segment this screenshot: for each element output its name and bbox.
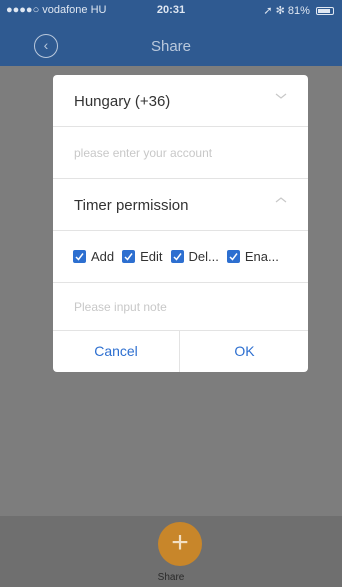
- dialog-actions: Cancel OK: [53, 331, 308, 372]
- checkbox-edit[interactable]: Edit: [122, 249, 163, 264]
- checkbox-label: Del...: [188, 249, 219, 264]
- checkbox-label: Edit: [140, 249, 163, 264]
- battery-percent: 81%: [287, 5, 310, 17]
- share-label: Share: [157, 572, 185, 583]
- share-dialog: Hungary (+36) please enter your account …: [53, 75, 308, 372]
- checkbox-enable[interactable]: Ena...: [226, 249, 279, 264]
- checkmark-icon: [122, 250, 136, 263]
- account-placeholder: please enter your account: [74, 146, 213, 160]
- permission-title: Timer permission: [74, 197, 189, 214]
- bluetooth-icon: ✻: [275, 5, 285, 17]
- checkmark-icon: [73, 250, 86, 263]
- checkbox-delete[interactable]: Del...: [170, 249, 219, 264]
- checkmark-icon: [170, 250, 184, 263]
- permission-checkboxes: Add Edit Del... Ena...: [53, 231, 308, 283]
- checkbox-label: Add: [91, 249, 115, 264]
- checkmark-icon: [226, 250, 240, 263]
- chevron-up-icon: [275, 197, 287, 203]
- ok-button[interactable]: OK: [181, 331, 308, 372]
- note-placeholder: Please input note: [74, 300, 167, 314]
- country-selector[interactable]: Hungary (+36): [53, 75, 308, 127]
- location-icon: ➚: [263, 5, 273, 17]
- country-value: Hungary (+36): [74, 93, 171, 110]
- chevron-down-icon: [275, 93, 287, 99]
- cancel-button[interactable]: Cancel: [53, 331, 180, 372]
- checkbox-label: Ena...: [244, 249, 279, 264]
- account-field[interactable]: please enter your account: [53, 127, 308, 179]
- status-bar: ●●●●○ vodafone HU 20:31 ➚ ✻ 81%: [0, 0, 342, 22]
- share-button[interactable]: +: [158, 522, 202, 566]
- permission-selector[interactable]: Timer permission: [53, 179, 308, 231]
- battery-icon: [316, 7, 334, 16]
- battery-status: ➚ ✻ 81%: [263, 4, 334, 17]
- checkbox-add[interactable]: Add: [73, 249, 114, 264]
- plus-icon: +: [171, 526, 189, 559]
- top-bar: ●●●●○ vodafone HU 20:31 ➚ ✻ 81% ‹ Share: [0, 0, 342, 66]
- page-title: Share: [150, 38, 192, 55]
- note-field[interactable]: Please input note: [53, 283, 308, 331]
